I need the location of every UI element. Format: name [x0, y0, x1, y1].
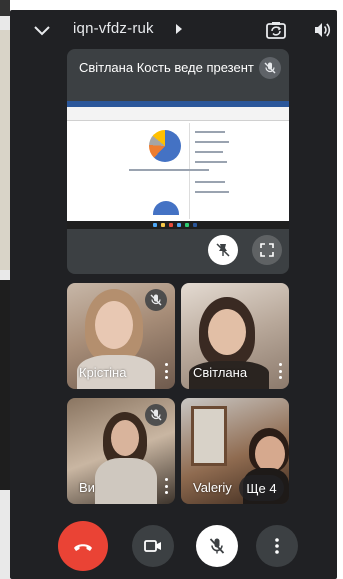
camera-icon [144, 540, 161, 552]
switch-camera-icon[interactable] [265, 19, 287, 41]
top-bar: iqn-vfdz-ruk [10, 10, 337, 50]
background-window-strip [0, 0, 10, 579]
more-options-button[interactable] [256, 525, 298, 567]
participant-tile[interactable]: Ви [67, 398, 175, 504]
meeting-details-arrow-icon[interactable] [176, 24, 182, 34]
end-call-button[interactable] [58, 521, 108, 571]
more-participants-badge[interactable]: Ще 4 [239, 475, 284, 501]
mic-off-icon [209, 538, 225, 554]
more-options-icon[interactable] [163, 363, 169, 379]
meet-window: iqn-vfdz-ruk Світлана Кость веде презент… [10, 10, 337, 579]
end-call-icon [74, 544, 92, 551]
participant-name: Світлана [193, 365, 248, 380]
fullscreen-icon [260, 243, 274, 257]
participant-tile[interactable]: Крістіна [67, 283, 175, 389]
participant-name: Крістіна [79, 365, 127, 380]
document-pie-chart [149, 130, 181, 162]
more-options-icon [275, 538, 279, 554]
taskbar [67, 221, 289, 229]
mic-off-icon [145, 289, 167, 311]
background-thumbnail [0, 0, 10, 16]
chevron-down-icon[interactable] [32, 20, 52, 40]
participant-tile[interactable]: Світлана [181, 283, 289, 389]
mic-off-icon [259, 57, 281, 79]
meeting-code[interactable]: iqn-vfdz-ruk [73, 20, 154, 37]
mic-off-icon [145, 404, 167, 426]
unpin-icon [216, 243, 230, 257]
participant-name: Valeriy [193, 480, 232, 495]
microphone-button[interactable] [196, 525, 238, 567]
presentation-title: Світлана Кость веде презента [79, 60, 254, 75]
fullscreen-button[interactable] [252, 235, 282, 265]
unpin-button[interactable] [208, 235, 238, 265]
participant-name: Ви [79, 480, 95, 495]
presentation-tile[interactable]: Світлана Кость веде презента [67, 49, 289, 274]
more-options-icon[interactable] [163, 478, 169, 494]
speaker-icon[interactable] [312, 20, 332, 40]
background-thumbnail [0, 30, 10, 270]
more-options-icon[interactable] [277, 363, 283, 379]
camera-button[interactable] [132, 525, 174, 567]
shared-screen [67, 101, 289, 229]
background-thumbnail [0, 280, 10, 490]
